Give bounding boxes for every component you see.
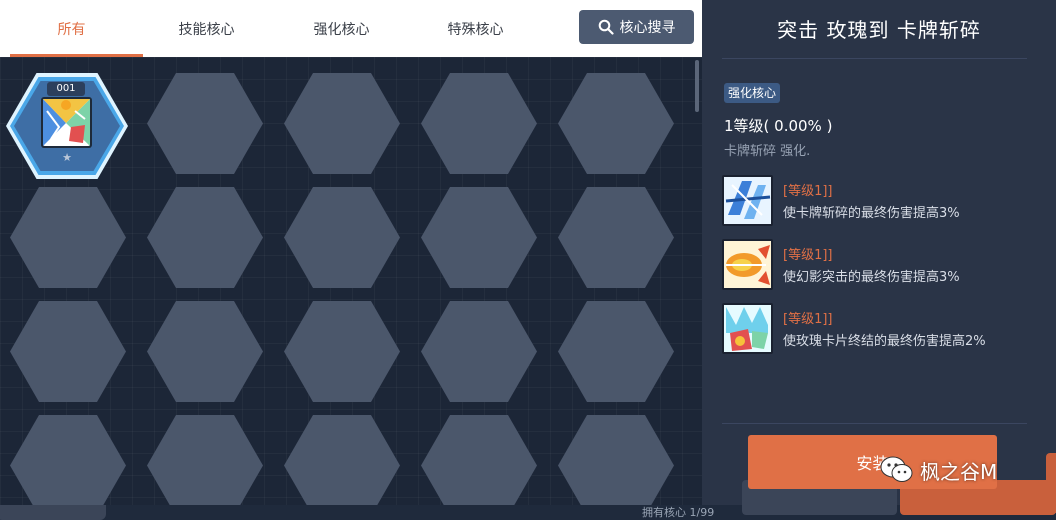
core-slot[interactable] — [10, 301, 126, 402]
effect-level: [等级1]] — [783, 312, 833, 327]
wechat-icon — [880, 456, 913, 482]
card-slash-icon — [722, 175, 773, 226]
effect-description: 使幻影突击的最终伤害提高3% — [783, 270, 960, 285]
rose-card-finale-icon — [722, 303, 773, 354]
core-slot[interactable] — [421, 73, 537, 174]
core-tab-bar: 所有 技能核心 强化核心 特殊核心 核心搜寻 — [0, 0, 702, 57]
effect-level: [等级1]] — [783, 184, 833, 199]
bottom-bar — [0, 505, 1056, 520]
search-icon — [598, 19, 614, 35]
core-number-badge: 001 — [47, 82, 85, 96]
watermark: 枫之谷M — [880, 450, 997, 490]
core-slot[interactable] — [10, 187, 126, 288]
owned-core-count: 拥有核心 1/99 — [642, 506, 715, 519]
core-slot[interactable] — [558, 187, 674, 288]
core-slot[interactable] — [558, 73, 674, 174]
core-slot[interactable] — [421, 301, 537, 402]
core-slot[interactable] — [147, 73, 263, 174]
tab-enhance-core[interactable]: 强化核心 — [274, 0, 409, 57]
core-slot[interactable] — [421, 415, 537, 505]
core-slot[interactable] — [284, 301, 400, 402]
core-star-icon: ★ — [62, 151, 72, 164]
effect-description: 使卡牌斩碎的最终伤害提高3% — [783, 206, 960, 221]
bottom-left-button[interactable] — [0, 505, 106, 520]
core-slot[interactable] — [10, 415, 126, 505]
phantom-strike-icon — [722, 239, 773, 290]
core-slot[interactable] — [147, 187, 263, 288]
core-slot[interactable] — [558, 415, 674, 505]
core-title: 突击 玫瑰到 卡牌斩碎 — [777, 18, 981, 42]
grid-scrollbar[interactable] — [695, 60, 699, 112]
tab-special-core[interactable]: 特殊核心 — [408, 0, 543, 57]
core-slot[interactable] — [284, 187, 400, 288]
core-slot[interactable] — [147, 415, 263, 505]
core-slot[interactable] — [147, 301, 263, 402]
core-slot[interactable] — [284, 73, 400, 174]
tab-skill-core[interactable]: 技能核心 — [139, 0, 274, 57]
side-tab-button[interactable] — [1046, 453, 1056, 513]
effect-level: [等级1]] — [783, 248, 833, 263]
tab-all[interactable]: 所有 — [4, 0, 143, 57]
core-level: 1等级( 0.00% ) — [724, 117, 833, 135]
core-slot[interactable] — [284, 415, 400, 505]
card-core-icon — [41, 97, 92, 148]
core-slot[interactable] — [421, 187, 537, 288]
search-button-label: 核心搜寻 — [619, 20, 676, 36]
core-type-tag: 强化核心 — [724, 83, 781, 103]
effect-description: 使玫瑰卡片终结的最终伤害提高2% — [783, 334, 986, 349]
watermark-text: 枫之谷M — [920, 459, 998, 484]
core-slot[interactable] — [558, 301, 674, 402]
core-search-button[interactable]: 核心搜寻 — [579, 10, 694, 44]
core-grid — [0, 57, 702, 505]
core-description: 卡牌斩碎 强化. — [724, 144, 811, 159]
panel-divider — [722, 423, 1027, 424]
panel-divider — [722, 58, 1027, 59]
